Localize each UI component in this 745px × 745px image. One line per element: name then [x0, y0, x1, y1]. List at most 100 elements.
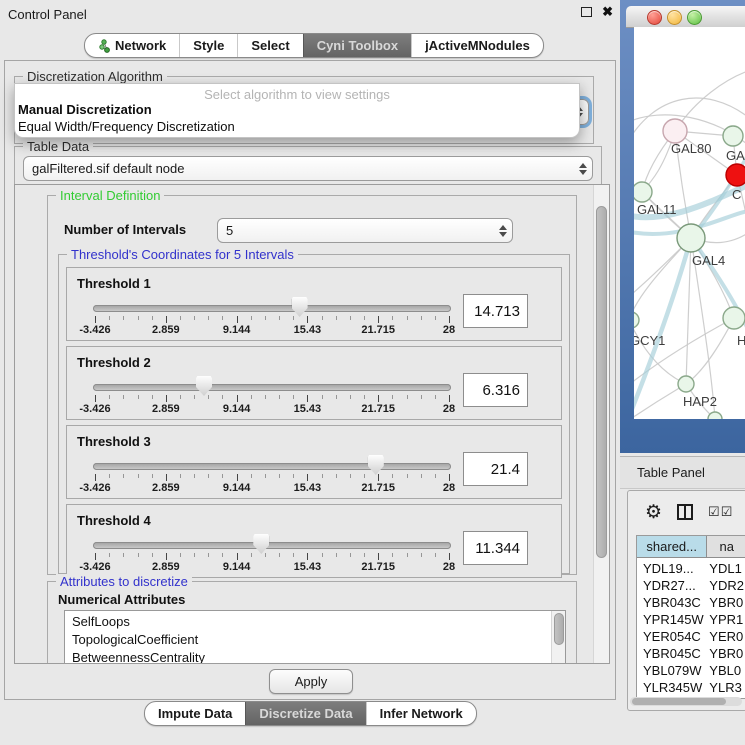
- table-row[interactable]: YBL079WYBL0: [637, 662, 745, 679]
- network-node-gal4[interactable]: [677, 224, 705, 252]
- table-row[interactable]: YLR345WYLR3: [637, 679, 745, 696]
- minimize-traffic-light-icon[interactable]: [667, 10, 682, 25]
- table-row[interactable]: YDL19...YDL1: [637, 560, 745, 577]
- tab-label: Style: [193, 38, 224, 53]
- network-node-label: H: [737, 333, 745, 348]
- cell-name[interactable]: YBR0: [705, 646, 745, 661]
- algorithm-option-equal-width-frequency-discretization[interactable]: Equal Width/Frequency Discretization: [18, 119, 235, 134]
- cell-shared-name[interactable]: YLR345W: [637, 680, 705, 695]
- slider-tick: [435, 316, 436, 320]
- application-root: Control Panel ✖ NetworkStyleSelectCyni T…: [0, 0, 745, 745]
- threshold-value-field[interactable]: 14.713: [463, 294, 528, 328]
- slider-track[interactable]: [93, 384, 451, 391]
- zoom-traffic-light-icon[interactable]: [687, 10, 702, 25]
- network-node-gcy1[interactable]: [634, 312, 639, 328]
- network-node-hap2[interactable]: [678, 376, 694, 392]
- tab-jactivemnodules[interactable]: jActiveMNodules: [411, 34, 543, 57]
- slider-tick: [123, 474, 124, 478]
- cell-name[interactable]: YBL0: [705, 663, 745, 678]
- slider-tick-label: 9.144: [223, 561, 251, 573]
- table-panel-titlebar: Table Panel: [620, 456, 745, 489]
- attributes-scrollbar[interactable]: [551, 611, 565, 664]
- slider-tick: [307, 395, 308, 402]
- bottom-tab-impute-data[interactable]: Impute Data: [145, 702, 245, 725]
- slider-thumb[interactable]: [292, 297, 308, 317]
- table-row[interactable]: YER054CYER0: [637, 628, 745, 645]
- network-window-titlebar[interactable]: [626, 6, 745, 28]
- network-node-c[interactable]: [726, 164, 745, 186]
- network-node-ga[interactable]: [723, 126, 743, 146]
- close-traffic-light-icon[interactable]: [647, 10, 662, 25]
- slider-tick: [407, 316, 408, 320]
- table-header-na[interactable]: na: [707, 536, 745, 558]
- network-edge[interactable]: [634, 238, 691, 320]
- slider-tick: [307, 316, 308, 323]
- attribute-item-selfloops[interactable]: SelfLoops: [65, 613, 565, 631]
- cell-name[interactable]: YDL1: [705, 561, 745, 576]
- table-data-combobox[interactable]: galFiltered.sif default node: [23, 156, 593, 181]
- network-node[interactable]: [708, 412, 722, 419]
- network-node-gal11[interactable]: [634, 182, 652, 202]
- network-node-gal80[interactable]: [663, 119, 687, 143]
- cell-name[interactable]: YLR3: [705, 680, 745, 695]
- slider-tick-label: 15.43: [294, 324, 322, 336]
- threshold-value-field[interactable]: 6.316: [463, 373, 528, 407]
- apply-button[interactable]: Apply: [269, 669, 353, 694]
- slider-track[interactable]: [93, 463, 451, 470]
- slider-tick-label: 21.715: [361, 324, 395, 336]
- tab-select[interactable]: Select: [237, 34, 302, 57]
- tab-style[interactable]: Style: [179, 34, 237, 57]
- table-hscrollbar-thumb[interactable]: [632, 698, 726, 705]
- settings-scrollbar[interactable]: [593, 185, 609, 663]
- slider-thumb[interactable]: [196, 376, 212, 396]
- cell-name[interactable]: YBR0: [705, 595, 745, 610]
- network-canvas[interactable]: GAL80GACGAL11GAL4GCY1HHAP2: [634, 27, 745, 419]
- select-columns-icons[interactable]: ☑☑: [708, 504, 733, 520]
- network-graph[interactable]: GAL80GACGAL11GAL4GCY1HHAP2: [634, 27, 745, 419]
- slider-tick: [307, 474, 308, 481]
- cell-shared-name[interactable]: YPR145W: [637, 612, 705, 627]
- table-row[interactable]: YDR27...YDR2: [637, 577, 745, 594]
- attributes-scrollbar-thumb[interactable]: [554, 613, 564, 645]
- threshold-value-field[interactable]: 21.4: [463, 452, 528, 486]
- float-window-icon[interactable]: [581, 7, 592, 17]
- number-of-intervals-combobox[interactable]: 5: [217, 218, 513, 243]
- attribute-item-topologicalcoefficient[interactable]: TopologicalCoefficient: [65, 631, 565, 649]
- algorithm-option-manual-discretization[interactable]: Manual Discretization: [18, 102, 152, 117]
- cell-shared-name[interactable]: YBR045C: [637, 646, 705, 661]
- threshold-label: Threshold 3: [77, 434, 151, 449]
- network-icon: [98, 39, 110, 53]
- close-icon[interactable]: ✖: [602, 6, 613, 18]
- table-hscrollbar[interactable]: [630, 697, 742, 706]
- table-row[interactable]: YBR045CYBR0: [637, 645, 745, 662]
- tab-network[interactable]: Network: [85, 34, 179, 57]
- slider-track[interactable]: [93, 305, 451, 312]
- cell-shared-name[interactable]: YBL079W: [637, 663, 705, 678]
- cell-shared-name[interactable]: YDL19...: [637, 561, 705, 576]
- table-row[interactable]: YPR145WYPR1: [637, 611, 745, 628]
- attribute-item-betweennesscentrality[interactable]: BetweennessCentrality: [65, 649, 565, 664]
- threshold-value-field[interactable]: 11.344: [463, 531, 528, 565]
- algorithm-popup: Select algorithm to view settings Manual…: [14, 83, 580, 138]
- interval-definition-title: Interval Definition: [56, 188, 164, 203]
- cell-name[interactable]: YDR2: [705, 578, 745, 593]
- network-view-window: GAL80GACGAL11GAL4GCY1HHAP2: [620, 0, 745, 453]
- settings-scrollbar-thumb[interactable]: [596, 206, 607, 558]
- bottom-tab-discretize-data[interactable]: Discretize Data: [245, 702, 365, 725]
- slider-thumb[interactable]: [368, 455, 384, 475]
- bottom-tab-infer-network[interactable]: Infer Network: [366, 702, 476, 725]
- gear-icon[interactable]: ⚙: [645, 503, 662, 522]
- cell-shared-name[interactable]: YER054C: [637, 629, 705, 644]
- cell-name[interactable]: YPR1: [705, 612, 745, 627]
- tab-cyni-toolbox[interactable]: Cyni Toolbox: [303, 34, 411, 57]
- column-layout-icon[interactable]: [677, 504, 694, 521]
- table-row[interactable]: YBR043CYBR0: [637, 594, 745, 611]
- cell-name[interactable]: YER0: [705, 629, 745, 644]
- slider-thumb[interactable]: [253, 534, 269, 554]
- table-header-shared[interactable]: shared...: [637, 536, 707, 558]
- slider-track[interactable]: [93, 542, 451, 549]
- network-node-h[interactable]: [723, 307, 745, 329]
- network-edge[interactable]: [675, 71, 745, 131]
- cell-shared-name[interactable]: YDR27...: [637, 578, 705, 593]
- cell-shared-name[interactable]: YBR043C: [637, 595, 705, 610]
